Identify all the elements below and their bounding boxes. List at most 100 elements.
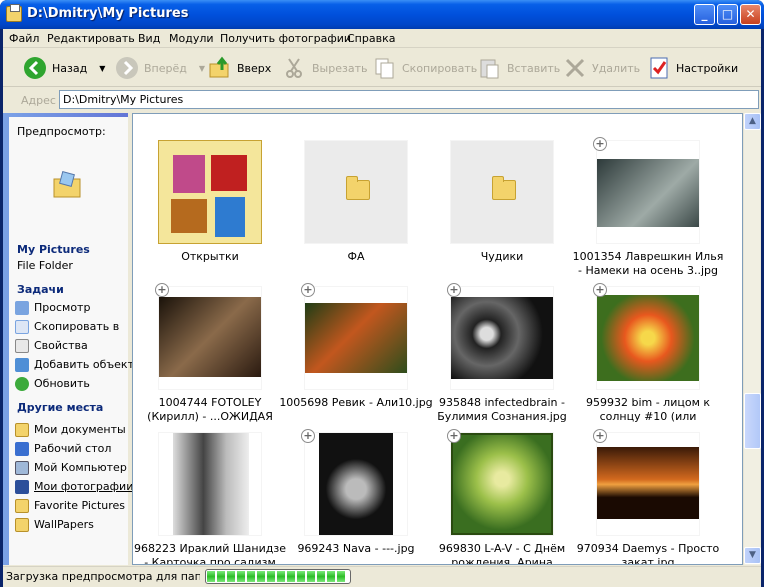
item-caption: 969243 Nava - ---.jpg [297,542,415,555]
item-caption: 969830 L-A-V - С Днём рождения, Арина [438,542,566,565]
place-label: Мои документы [34,423,126,436]
minimize-button[interactable]: _ [694,4,715,25]
back-button[interactable]: Назад ▼ [23,53,105,83]
task-properties[interactable]: Свойства [15,337,88,354]
progress-fill [207,571,349,582]
folder-item-otkrytki[interactable]: Открытки [133,140,279,285]
photo-item[interactable]: 968223 Ираклий Шанидзе - Карточка про са… [133,432,286,564]
folder-name: My Pictures [17,243,90,256]
delete-button[interactable]: Удалить [563,53,640,83]
thumbnail-view: Открытки ФА Чудики + 1001354 Лаврешкин И… [132,113,743,565]
address-label: Адрес [21,94,56,107]
item-caption: 959932 bim - лицом к солнцу #10 (или [585,396,711,423]
copy-label: Скопировать [402,61,478,75]
menu-view[interactable]: Вид [138,32,160,45]
copy-icon [375,58,394,79]
photo-image [319,433,393,535]
add-badge-icon[interactable]: + [593,283,607,297]
task-copy-to[interactable]: Скопировать в [15,318,119,335]
task-label: Просмотр [34,301,91,314]
photo-item[interactable]: + 1005698 Ревик - Али10.jpg [279,283,433,431]
progress-segment [307,571,315,582]
folder-item-fa[interactable]: ФА [279,140,425,285]
forward-label: Вперёд [144,61,187,75]
progress-segment [257,571,265,582]
paste-label: Вставить [507,61,561,75]
scroll-up-button[interactable]: ▲ [744,113,761,130]
menu-file[interactable]: Файл [9,32,39,45]
close-button[interactable]: ✕ [740,4,761,25]
menu-help[interactable]: Справка [347,32,395,45]
scroll-down-button[interactable]: ▼ [744,547,761,564]
address-bar: Адрес D:\Dmitry\My Pictures [3,88,761,112]
cut-button[interactable]: Вырезать [283,53,367,83]
place-my-computer[interactable]: Мой Компьютер [15,459,127,476]
photo-item[interactable]: + 935848 infectedbrain - Булимия Сознани… [425,283,571,431]
settings-button[interactable]: Настройки [647,53,738,83]
place-favorite-pictures[interactable]: Favorite Pictures [15,497,125,514]
task-label: Обновить [34,377,90,390]
add-badge-icon[interactable]: + [593,137,607,151]
place-desktop[interactable]: Рабочий стол [15,440,111,457]
forward-button[interactable]: Вперёд ▼ [115,53,205,83]
title-bar[interactable]: D:\Dmitry\My Pictures _ □ ✕ [0,0,764,29]
add-badge-icon[interactable]: + [301,283,315,297]
folder-type: File Folder [17,259,73,272]
task-refresh[interactable]: Обновить [15,375,90,392]
add-badge-icon[interactable]: + [447,283,461,297]
photo-item[interactable]: + 1001354 Лаврешкин Илья - Намеки на осе… [571,137,723,285]
task-view[interactable]: Просмотр [15,299,90,316]
add-badge-icon[interactable]: + [301,429,315,443]
progress-segment [317,571,325,582]
copy-to-icon [15,319,29,334]
progress-segment [247,571,255,582]
folder-thumbnail [450,140,554,244]
vertical-scrollbar[interactable]: ▲ ▼ [743,113,761,565]
sidebar: Предпросмотр: My Pictures File Folder За… [3,113,134,565]
place-my-documents[interactable]: Мои документы [15,421,126,438]
place-my-pictures[interactable]: Мои фотографии [15,478,133,495]
forward-arrow-icon [116,57,138,79]
address-input[interactable]: D:\Dmitry\My Pictures [59,90,759,109]
toolbar: Назад ▼ Вперёд ▼ Вверх Вырезать Скопиров… [3,49,761,87]
add-badge-icon[interactable]: + [593,429,607,443]
photo-item[interactable]: + 970934 Daemys - Просто закат.jpg [571,429,719,564]
photo-thumbnail: + [593,429,700,536]
menu-edit[interactable]: Редактировать [47,32,135,45]
progress-segment [237,571,245,582]
photo-item[interactable]: + 969830 L-A-V - С Днём рождения, Арина [425,429,571,564]
photo-thumbnail: + [447,429,554,536]
settings-label: Настройки [676,61,739,75]
photo-image [159,297,261,377]
add-badge-icon[interactable]: + [155,283,169,297]
folder-icon [15,498,29,513]
maximize-button[interactable]: □ [717,4,738,25]
photo-image [451,433,553,535]
photo-thumb [215,197,245,237]
window-title: D:\Dmitry\My Pictures [27,6,189,21]
forward-dropdown-icon[interactable]: ▼ [199,64,205,73]
place-wallpapers[interactable]: WallPapers [15,516,94,533]
scissors-icon [286,58,302,78]
up-button[interactable]: Вверх [208,53,271,83]
place-label: Мои фотографии [34,480,134,493]
task-add-object[interactable]: Добавить объект [15,356,134,373]
photo-item[interactable]: + 969243 Nava - ---.jpg [279,429,425,564]
copy-button[interactable]: Скопировать [373,53,477,83]
add-badge-icon[interactable]: + [447,429,461,443]
photo-item[interactable]: + 959932 bim - лицом к солнцу #10 (или [571,283,717,431]
folder-item-chudiki[interactable]: Чудики [425,140,571,285]
desktop-icon [15,441,29,456]
photo-image [173,433,249,535]
delete-x-icon [565,58,585,78]
paste-button[interactable]: Вставить [478,53,560,83]
scroll-thumb[interactable] [744,393,761,449]
back-dropdown-icon[interactable]: ▼ [99,64,105,73]
photo-thumb [171,199,207,233]
checklist-icon [650,57,668,79]
item-caption: 968223 Ираклий Шанидзе - Карточка про са… [134,542,286,565]
menu-get-photos[interactable]: Получить фотографии [220,32,351,45]
menu-bar: Файл Редактировать Вид Модули Получить ф… [3,29,761,48]
photo-item[interactable]: + 1004744 FOTOLEY (Кирилл) - ...ОЖИДАЯ Е… [133,283,279,431]
menu-modules[interactable]: Модули [169,32,214,45]
